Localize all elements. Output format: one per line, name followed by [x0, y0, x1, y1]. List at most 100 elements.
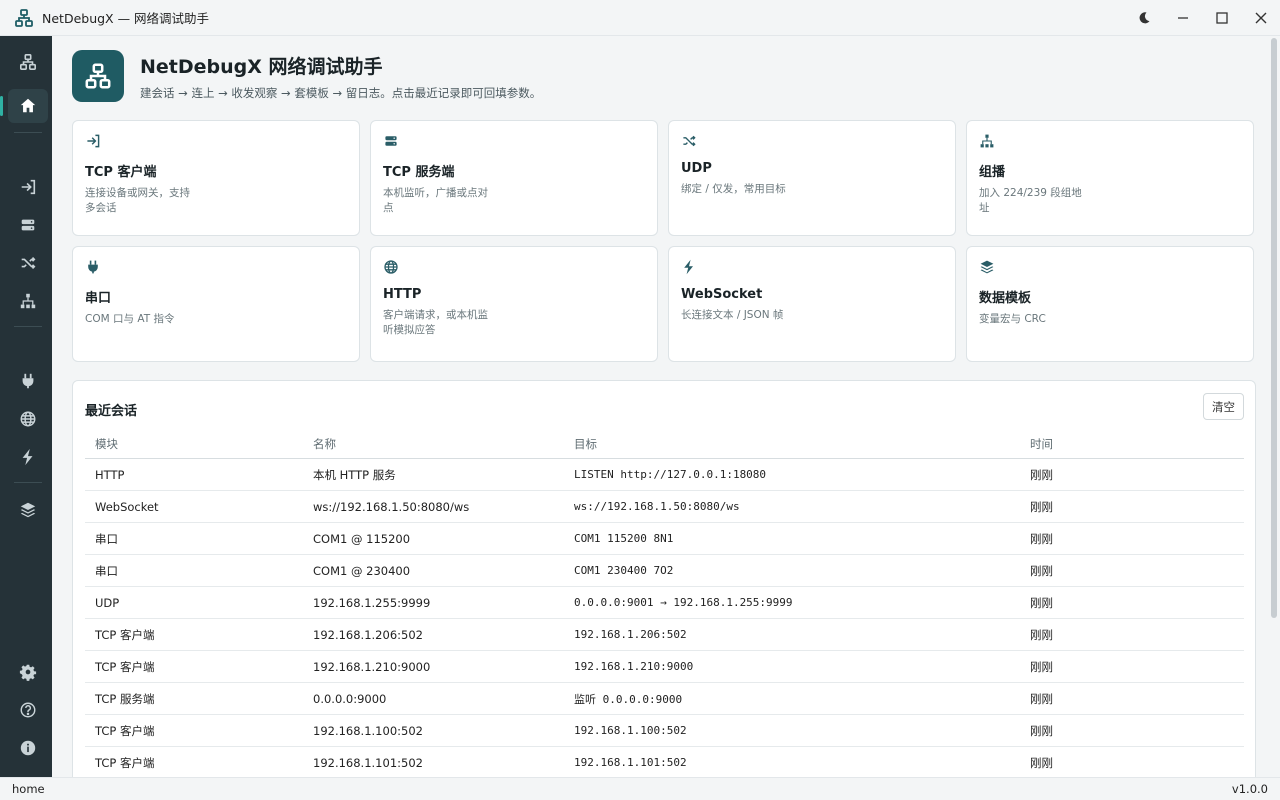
card-desc: 本机监听，广播或点对点	[383, 187, 488, 214]
table-row[interactable]: HTTP 本机 HTTP 服务 LISTEN http://127.0.0.1:18…	[85, 459, 1244, 491]
sidebar-item-help[interactable]	[8, 693, 48, 727]
card-title: WebSocket	[681, 287, 763, 302]
cell-time: 刚刚	[1030, 691, 1053, 706]
cell-time: 刚刚	[1030, 563, 1053, 578]
card-multicast[interactable]: 组播 加入 224/239 段组地址	[966, 120, 1254, 236]
minimize-icon	[1177, 17, 1188, 19]
cell-target: 监听 0.0.0.0:9000	[574, 692, 683, 706]
sidebar-item-tcp-server[interactable]	[8, 208, 48, 242]
sitemap-icon	[980, 134, 994, 148]
card-title: 组播	[979, 165, 1006, 180]
table-row[interactable]: WebSocket ws://192.168.1.50:8080/ws ws://1…	[85, 491, 1244, 523]
card-templates[interactable]: 数据模板 变量宏与 CRC	[966, 246, 1254, 362]
main-scrollbar[interactable]	[1268, 36, 1280, 777]
cell-time: 刚刚	[1030, 659, 1053, 674]
card-desc: 长连接文本 / JSON 帧	[681, 309, 784, 321]
card-desc: 绑定 / 仅发，常用目标	[681, 183, 786, 195]
table-row[interactable]: TCP 客户端 192.168.1.101:502 192.168.1.101:50…	[85, 747, 1244, 777]
layers-icon	[20, 502, 36, 518]
card-title: HTTP	[383, 287, 422, 302]
table-row[interactable]: TCP 服务端 0.0.0.0:9000 监听 0.0.0.0:9000 刚刚	[85, 683, 1244, 715]
card-title: UDP	[681, 161, 712, 176]
title-bar: NetDebugX — 网络调试助手	[0, 0, 1280, 36]
sidebar-item-home[interactable]	[0, 89, 48, 123]
cell-name: 192.168.1.210:9000	[313, 659, 431, 674]
sidebar-item-templates[interactable]	[8, 493, 48, 527]
cell-target: COM1 115200 8N1	[574, 532, 674, 545]
cell-module: TCP 客户端	[95, 627, 155, 642]
card-title: 串口	[85, 291, 112, 306]
theme-toggle-button[interactable]	[1124, 0, 1163, 36]
sidebar-item-websocket[interactable]	[8, 440, 48, 474]
minimize-button[interactable]	[1163, 0, 1202, 36]
scrollbar-thumb[interactable]	[1271, 38, 1277, 618]
column-header-time[interactable]: 时间	[1030, 436, 1230, 452]
close-button[interactable]	[1241, 0, 1280, 36]
maximize-button[interactable]	[1202, 0, 1241, 36]
help-icon	[20, 702, 36, 718]
card-udp[interactable]: UDP 绑定 / 仅发，常用目标	[668, 120, 956, 236]
cell-target: 192.168.1.100:502	[574, 724, 687, 737]
table-row[interactable]: UDP 192.168.1.255:9999 0.0.0.0:9001 → 192.…	[85, 587, 1244, 619]
cell-time: 刚刚	[1030, 723, 1053, 738]
cell-target: 192.168.1.101:502	[574, 756, 687, 769]
bolt-icon	[684, 259, 693, 275]
sidebar-logo[interactable]	[8, 45, 48, 79]
cell-module: UDP	[95, 595, 120, 610]
sidebar-item-multicast[interactable]	[8, 284, 48, 318]
card-serial[interactable]: 串口 COM 口与 AT 指令	[72, 246, 360, 362]
table-row[interactable]: TCP 客户端 192.168.1.206:502 192.168.1.206:50…	[85, 619, 1244, 651]
table-row[interactable]: TCP 客户端 192.168.1.100:502 192.168.1.100:50…	[85, 715, 1244, 747]
cell-module: HTTP	[95, 467, 125, 482]
globe-icon	[384, 260, 398, 274]
cell-target: 0.0.0.0:9001 → 192.168.1.255:9999	[574, 596, 793, 609]
page-title: NetDebugX 网络调试助手	[140, 55, 383, 78]
sidebar-item-http[interactable]	[8, 402, 48, 436]
close-icon	[1255, 12, 1266, 24]
status-version: v1.0.0	[1231, 782, 1268, 796]
page-subtitle: 建会话 → 连上 → 收发观察 → 套模板 → 留日志。点击最近记录即可回填参数…	[140, 85, 542, 100]
cell-module: 串口	[95, 563, 118, 578]
card-desc: 加入 224/239 段组地址	[979, 187, 1082, 214]
cell-target: ws://192.168.1.50:8080/ws	[574, 500, 740, 513]
cell-target: 192.168.1.206:502	[574, 628, 687, 641]
status-bar: home v1.0.0	[0, 777, 1280, 800]
card-desc: 客户端请求，或本机监听模拟应答	[383, 309, 488, 336]
cell-time: 刚刚	[1030, 499, 1053, 514]
table-row[interactable]: TCP 客户端 192.168.1.210:9000 192.168.1.210:9…	[85, 651, 1244, 683]
shuffle-icon	[683, 135, 696, 147]
sitemap-icon	[20, 293, 36, 309]
sidebar-item-serial[interactable]	[8, 364, 48, 398]
sidebar-item-tcp-client[interactable]	[8, 170, 48, 204]
card-tcp-client[interactable]: TCP 客户端 连接设备或网关，支持多会话	[72, 120, 360, 236]
shuffle-icon	[21, 257, 36, 269]
clear-button[interactable]: 清空	[1203, 393, 1244, 420]
sidebar-item-settings[interactable]	[8, 655, 48, 689]
card-websocket[interactable]: WebSocket 长连接文本 / JSON 帧	[668, 246, 956, 362]
cell-name: COM1 @ 230400	[313, 563, 411, 578]
layers-icon	[980, 260, 994, 274]
server-icon	[21, 219, 35, 231]
cell-name: 本机 HTTP 服务	[313, 467, 396, 482]
sidebar-item-about[interactable]	[8, 731, 48, 765]
card-title: TCP 服务端	[383, 165, 455, 180]
home-icon	[20, 98, 36, 113]
column-header-name[interactable]: 名称	[313, 436, 574, 452]
card-title: 数据模板	[979, 291, 1032, 306]
cell-target: 192.168.1.210:9000	[574, 660, 694, 673]
sidebar-item-udp[interactable]	[8, 246, 48, 280]
table-row[interactable]: 串口 COM1 @ 230400 COM1 230400 7O2 刚刚	[85, 555, 1244, 587]
server-icon	[385, 136, 397, 146]
card-http[interactable]: HTTP 客户端请求，或本机监听模拟应答	[370, 246, 658, 362]
cell-module: 串口	[95, 531, 118, 546]
home-page: NetDebugX 网络调试助手 建会话 → 连上 → 收发观察 → 套模板 →…	[52, 36, 1268, 777]
cell-target: COM1 230400 7O2	[574, 564, 674, 577]
card-tcp-server[interactable]: TCP 服务端 本机监听，广播或点对点	[370, 120, 658, 236]
table-header: 模块 名称 目标 时间	[85, 429, 1244, 459]
login-arrow-icon	[21, 179, 36, 195]
column-header-module[interactable]: 模块	[85, 436, 313, 452]
cell-target: LISTEN http://127.0.0.1:18080	[574, 468, 767, 481]
table-row[interactable]: 串口 COM1 @ 115200 COM1 115200 8N1 刚刚	[85, 523, 1244, 555]
column-header-target[interactable]: 目标	[574, 436, 1030, 452]
network-icon	[15, 8, 33, 27]
